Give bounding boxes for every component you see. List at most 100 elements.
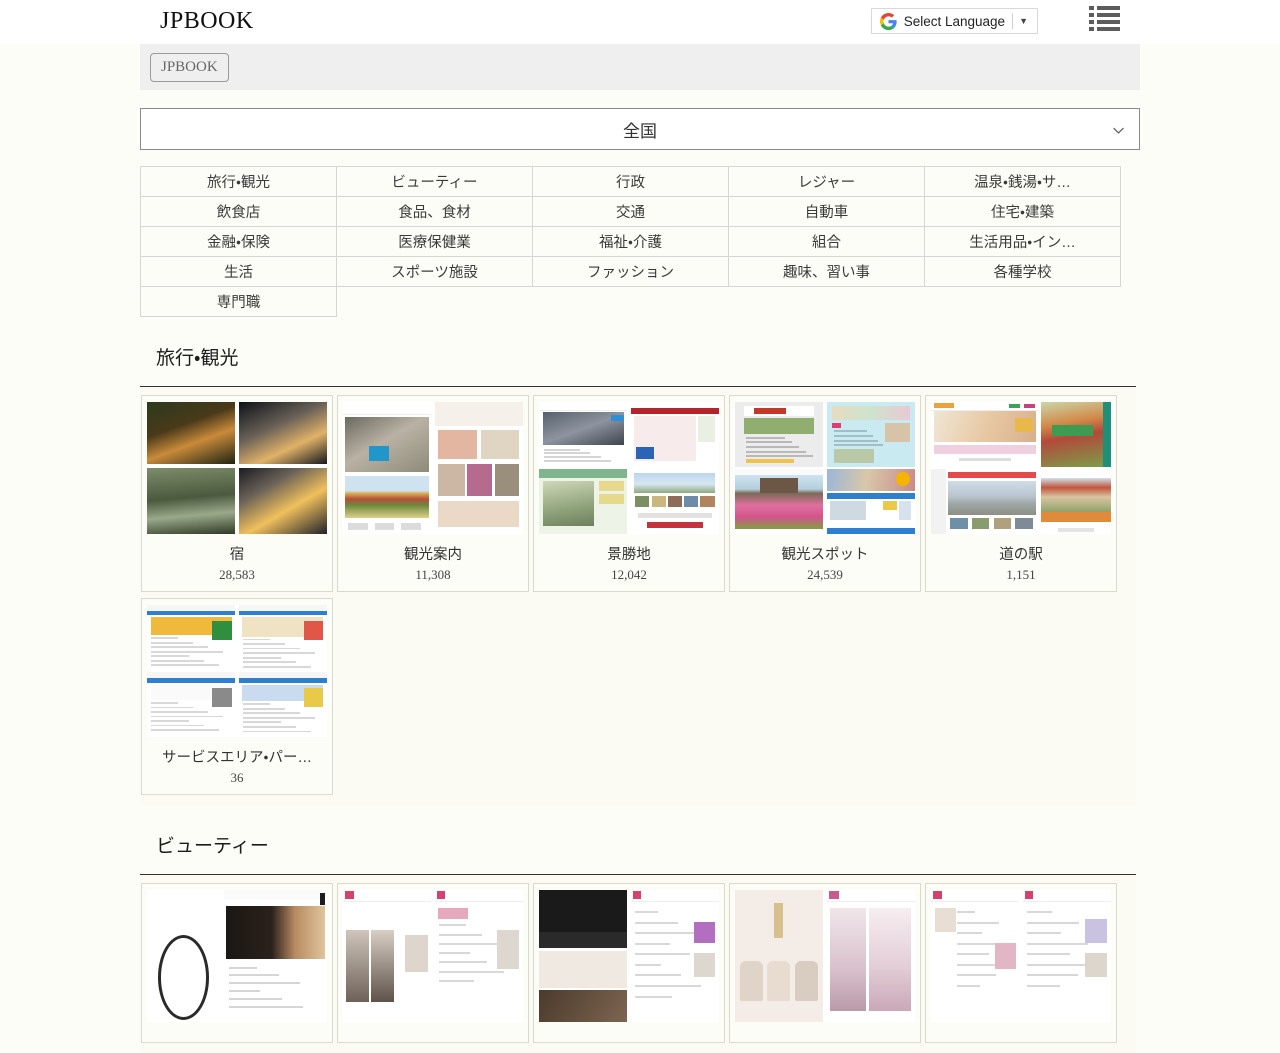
category-cell[interactable]: ビューティー xyxy=(337,167,533,197)
category-cell-empty xyxy=(533,287,729,316)
category-cell[interactable]: 自動車 xyxy=(729,197,925,227)
category-card[interactable] xyxy=(533,883,725,1043)
thumbnail-tile xyxy=(931,402,1039,467)
category-grid: 旅行・観光ビューティー行政レジャー温泉・銭湯・サ… 飲食店食品、食材交通自動車住宅… xyxy=(140,166,1121,317)
category-cell[interactable]: レジャー xyxy=(729,167,925,197)
card-grid xyxy=(140,875,1136,1053)
category-cell[interactable]: 医療保健業 xyxy=(337,227,533,257)
category-cell[interactable]: 食品、食材 xyxy=(337,197,533,227)
card-grid: 宿28,583観光案内11,308景勝地12,042観光スポット24,539道の… xyxy=(140,387,1136,805)
category-cell[interactable]: スポーツ施設 xyxy=(337,257,533,287)
category-cell-empty xyxy=(925,287,1121,316)
category-card[interactable]: 宿 28,583 xyxy=(141,395,333,592)
thumbnail-tile xyxy=(631,890,719,1022)
thumbnail-tile xyxy=(735,890,823,1022)
thumbnail-tile xyxy=(239,672,327,737)
translate-label: Select Language xyxy=(904,14,1012,29)
google-translate-widget[interactable]: Select Language ▼ xyxy=(871,8,1038,34)
menu-row xyxy=(1089,20,1120,24)
thumbnail-tile xyxy=(343,402,431,534)
category-cell[interactable]: ファッション xyxy=(533,257,729,287)
thumbnail-tile xyxy=(539,402,627,467)
category-card[interactable] xyxy=(141,883,333,1043)
card-title: 景勝地 xyxy=(539,543,719,564)
thumbnail-tile xyxy=(827,469,915,534)
category-card[interactable] xyxy=(729,883,921,1043)
category-cell[interactable]: 行政 xyxy=(533,167,729,197)
category-card[interactable]: 景勝地 12,042 xyxy=(533,395,725,592)
category-cell[interactable]: 各種学校 xyxy=(925,257,1121,287)
thumbnail-tile xyxy=(147,672,235,737)
card-title: 観光案内 xyxy=(343,543,523,564)
category-card[interactable] xyxy=(337,883,529,1043)
thumbnail-tile xyxy=(827,890,915,1022)
thumbnail-tile xyxy=(435,890,523,1022)
card-thumbnail xyxy=(147,605,327,737)
category-cell-empty xyxy=(337,287,533,316)
thumbnail-tile xyxy=(239,605,327,670)
chevron-down-icon[interactable]: ▼ xyxy=(1013,17,1035,26)
category-cell[interactable]: 組合 xyxy=(729,227,925,257)
thumbnail-tile xyxy=(827,402,915,467)
category-card[interactable]: サービスエリア・パー…36 xyxy=(141,598,333,795)
site-header: JPBOOK Select Language ▼ xyxy=(0,0,1280,44)
card-count: 1,151 xyxy=(931,567,1111,583)
thumbnail-tile xyxy=(735,469,823,534)
thumbnail-tile xyxy=(539,469,627,534)
category-cell[interactable]: 生活用品・イン… xyxy=(925,227,1121,257)
card-count: 12,042 xyxy=(539,567,719,583)
card-count: 28,583 xyxy=(147,567,327,583)
category-cell[interactable]: 福祉・介護 xyxy=(533,227,729,257)
category-card[interactable]: 観光スポット24,539 xyxy=(729,395,921,592)
card-count: 24,539 xyxy=(735,567,915,583)
thumbnail-tile xyxy=(224,890,327,1022)
menu-bar xyxy=(1097,27,1120,31)
thumbnail-tile xyxy=(735,402,823,467)
card-row xyxy=(140,883,1136,1043)
region-select[interactable]: 全国 xyxy=(140,108,1140,150)
section-title: ビューティー xyxy=(156,831,1140,858)
card-title: 宿 xyxy=(147,543,327,564)
main-content: 全国 旅行・観光ビューティー行政レジャー温泉・銭湯・サ…飲食店食品、食材交通自動… xyxy=(140,108,1140,1053)
card-thumbnail xyxy=(539,402,719,534)
thumbnail-tile xyxy=(631,402,719,467)
card-thumbnail xyxy=(735,890,915,1022)
thumbnail-tile xyxy=(931,890,1019,1022)
section-beauty: ビューティー xyxy=(140,831,1140,1053)
category-card[interactable] xyxy=(925,883,1117,1043)
site-brand[interactable]: JPBOOK xyxy=(160,6,254,36)
category-cell[interactable]: 飲食店 xyxy=(141,197,337,227)
card-row: 宿28,583観光案内11,308景勝地12,042観光スポット24,539道の… xyxy=(140,395,1136,592)
card-title: サービスエリア・パー… xyxy=(147,746,327,767)
menu-bar xyxy=(1097,6,1120,10)
category-card[interactable]: 道の駅 1,151 xyxy=(925,395,1117,592)
category-cell[interactable]: 金融・保険 xyxy=(141,227,337,257)
category-cell[interactable]: 生活 xyxy=(141,257,337,287)
card-thumbnail xyxy=(343,402,523,534)
list-menu-icon[interactable] xyxy=(1089,6,1120,32)
card-thumbnail xyxy=(931,890,1111,1022)
card-title: 道の駅 xyxy=(931,543,1111,564)
card-thumbnail xyxy=(147,402,327,534)
category-cell[interactable]: 旅行・観光 xyxy=(141,167,337,197)
category-cell[interactable]: 温泉・銭湯・サ… xyxy=(925,167,1121,197)
chevron-down-icon xyxy=(1112,124,1125,137)
menu-bar xyxy=(1097,20,1120,24)
card-thumbnail xyxy=(931,402,1111,534)
thumbnail-tile xyxy=(931,469,1039,534)
category-cell[interactable]: 交通 xyxy=(533,197,729,227)
category-cell[interactable]: 趣味、習い事 xyxy=(729,257,925,287)
card-count: 11,308 xyxy=(343,567,523,583)
thumbnail-tile xyxy=(1023,890,1111,1022)
menu-row xyxy=(1089,13,1120,17)
menu-bullet xyxy=(1089,13,1094,17)
category-cell[interactable]: 専門職 xyxy=(141,287,337,317)
thumbnail-photo xyxy=(147,402,235,464)
thumbnail-tile xyxy=(147,605,235,670)
menu-row xyxy=(1089,6,1120,10)
menu-bar xyxy=(1097,13,1120,17)
breadcrumb-item-jpbook[interactable]: JPBOOK xyxy=(150,53,229,82)
category-card[interactable]: 観光案内 11,308 xyxy=(337,395,529,592)
category-cell[interactable]: 住宅・建築 xyxy=(925,197,1121,227)
category-cell-empty xyxy=(729,287,925,316)
